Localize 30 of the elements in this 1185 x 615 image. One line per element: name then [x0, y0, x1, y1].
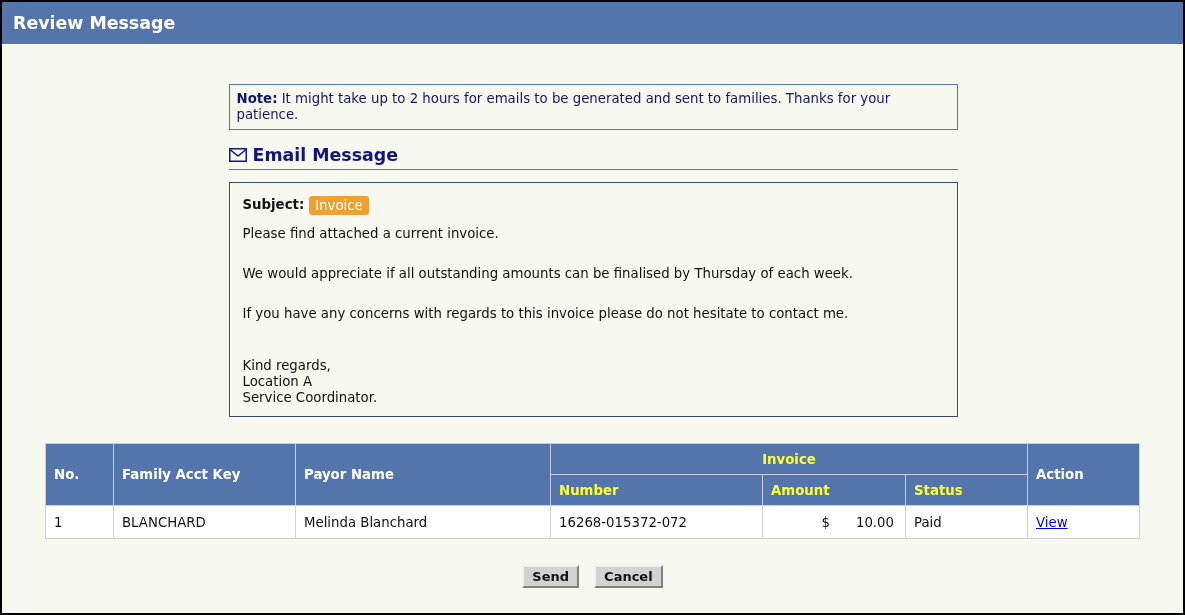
signature-line: Service Coordinator.: [242, 390, 379, 406]
column-header: Status: [905, 474, 1028, 506]
table-cell: Paid: [905, 505, 1028, 539]
column-header: Payor Name: [295, 443, 551, 506]
subject-badge: Invoice: [309, 195, 369, 215]
cancel-button[interactable]: Cancel: [594, 565, 663, 588]
subject-label: Subject:: [242, 197, 305, 213]
column-group-header: Invoice: [550, 443, 1028, 475]
column-header: Number: [550, 474, 763, 506]
signature-line: Kind regards,: [242, 358, 332, 374]
message-paragraph: If you have any concerns with regards to this invoice please do not hesitate to contact me.: [242, 306, 850, 322]
column-header: Family Acct Key: [113, 443, 296, 506]
envelope-icon: [228, 148, 247, 162]
note-text: Note: It might take up to 2 hours for emails to be generated and sent to families. Thanks for your patience.: [236, 91, 891, 122]
table-cell: BLANCHARD: [113, 505, 296, 539]
send-button[interactable]: Send: [522, 565, 580, 588]
amount-value: 10.00: [855, 514, 894, 530]
message-paragraph: We would appreciate if all outstanding amounts can be finalised by Thursday of each week.: [242, 266, 854, 282]
table-cell: 1: [45, 505, 114, 539]
column-header: No.: [45, 443, 114, 506]
signature-line: Location A: [242, 374, 314, 390]
table-cell: Melinda Blanchard: [295, 505, 551, 539]
column-header: Action: [1027, 443, 1140, 506]
table-cell: 16268-015372-072: [550, 505, 763, 539]
column-header: Amount: [762, 474, 906, 506]
page-title: Review Message: [13, 13, 176, 33]
message-paragraph: Please find attached a current invoice.: [242, 226, 500, 242]
section-title: Email Message: [252, 145, 398, 165]
currency-symbol: $: [821, 514, 830, 530]
view-link[interactable]: View: [1036, 514, 1068, 530]
